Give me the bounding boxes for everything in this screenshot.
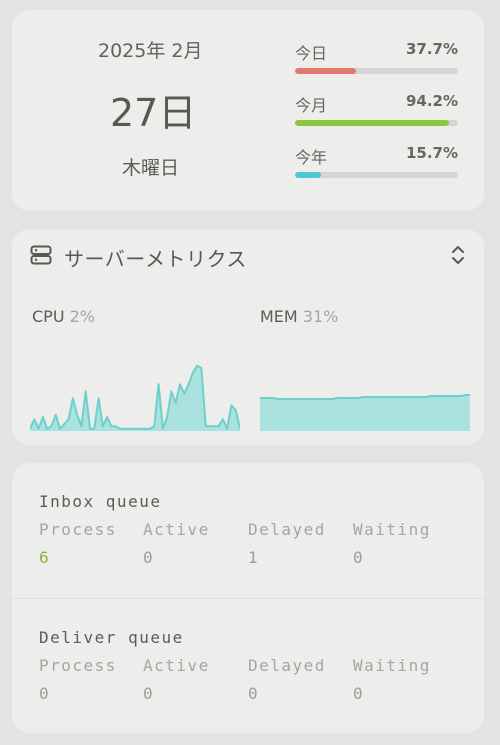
calendar-weekday: 木曜日 (122, 157, 180, 179)
progress-value: 37.7% (405, 40, 458, 58)
cpu-label: CPU 2% (32, 307, 95, 326)
cpu-graph (30, 364, 240, 431)
inbox-header-process: Process (39, 520, 117, 539)
deliver-process-value: 0 (39, 684, 51, 703)
inbox-header-delayed: Delayed (248, 520, 326, 539)
cpu-graph-area (30, 365, 240, 431)
server-metrics-widget: サーバーメトリクス CPU 2% MEM 31% (12, 229, 484, 445)
progress-label: 今日 (295, 44, 328, 63)
deliver-header-waiting: Waiting (353, 656, 431, 675)
deliver-delayed-value: 0 (248, 684, 260, 703)
progress-label: 今年 (295, 148, 328, 167)
deliver-header-delayed: Delayed (248, 656, 326, 675)
inbox-header-active: Active (143, 520, 210, 539)
progress-fill (295, 172, 321, 178)
mem-graph (260, 394, 470, 431)
calendar-widget: 2025年 2月 27日 木曜日 今日 37.7% 今月 94.2% 今年 15… (12, 10, 484, 211)
progress-track (295, 172, 458, 178)
deliver-header-active: Active (143, 656, 210, 675)
inbox-delayed-value: 1 (248, 548, 260, 567)
server-metrics-header: サーバーメトリクス (30, 243, 466, 271)
deliver-header-process: Process (39, 656, 117, 675)
cpu-value: 2% (69, 307, 96, 326)
calendar-year-month: 2025年 2月 (98, 40, 203, 62)
progress-fill (295, 68, 357, 74)
queue-divider (12, 598, 484, 599)
progress-label: 今月 (295, 96, 328, 115)
deliver-active-value: 0 (143, 684, 155, 703)
inbox-process-value: 6 (39, 548, 51, 567)
mem-graph-area (260, 395, 470, 431)
inbox-queue-title: Inbox queue (39, 492, 162, 511)
mem-label: MEM 31% (260, 307, 338, 326)
chevron-up-down-icon[interactable] (450, 244, 466, 270)
inbox-active-value: 0 (143, 548, 155, 567)
server-icon (30, 245, 52, 269)
inbox-waiting-value: 0 (353, 548, 365, 567)
calendar-day: 27日 (110, 91, 197, 135)
progress-track (295, 68, 458, 74)
job-queue-widget: Inbox queue Process Active Delayed Waiti… (12, 463, 484, 733)
mem-label-text: MEM (260, 307, 298, 326)
server-metrics-title: サーバーメトリクス (64, 247, 247, 271)
progress-track (295, 120, 458, 126)
cpu-label-text: CPU (32, 307, 65, 326)
deliver-queue-title: Deliver queue (39, 628, 184, 647)
mem-value: 31% (302, 307, 339, 326)
progress-fill (295, 120, 449, 126)
progress-value: 15.7% (405, 144, 458, 162)
progress-value: 94.2% (405, 92, 458, 110)
cpu-graph-line (30, 364, 240, 430)
inbox-header-waiting: Waiting (353, 520, 431, 539)
deliver-waiting-value: 0 (353, 684, 365, 703)
